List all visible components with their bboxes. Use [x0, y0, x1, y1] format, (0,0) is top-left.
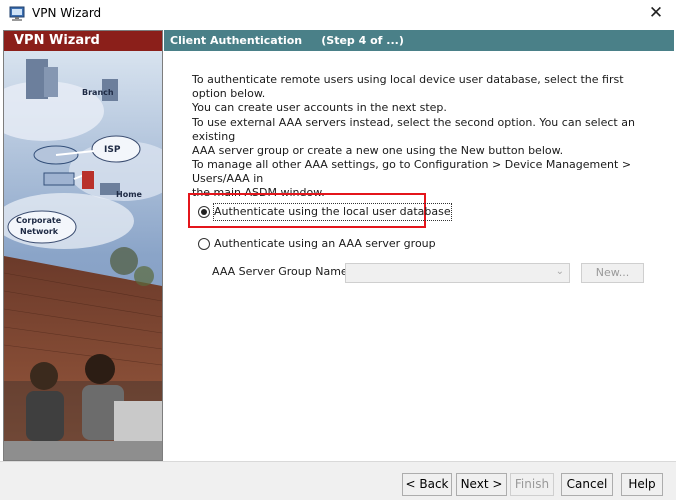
network-illustration: Branch ISP Home Corporate Network [4, 51, 162, 460]
local-db-description: To authenticate remote users using local… [192, 73, 652, 115]
window-titlebar: VPN Wizard ✕ [0, 0, 676, 27]
aaa-server-group-label: AAA Server Group Name: [212, 265, 352, 278]
network-label: Network [20, 227, 59, 236]
finish-button[interactable]: Finish [510, 473, 554, 496]
home-label: Home [116, 190, 143, 199]
description-line: AAA server group or create a new one usi… [192, 144, 564, 157]
banner-title: VPN Wizard [4, 31, 162, 51]
wizard-content: To authenticate remote users using local… [164, 51, 674, 461]
local-db-radio[interactable] [198, 206, 210, 218]
description-line: To manage all other AAA settings, go to … [192, 158, 632, 185]
window-title: VPN Wizard [32, 6, 102, 20]
aaa-group-radio[interactable] [198, 238, 210, 250]
branch-label: Branch [82, 88, 114, 97]
isp-label: ISP [104, 145, 121, 155]
description-line: You can create user accounts in the next… [192, 101, 447, 114]
wizard-banner: VPN Wizard Branch ISP Home Corporate Net… [3, 30, 163, 461]
help-button[interactable]: Help [621, 473, 663, 496]
aaa-server-group-select[interactable]: ⌄ [345, 263, 570, 283]
wizard-footer: < Back Next > Finish Cancel Help [0, 461, 676, 500]
close-icon[interactable]: ✕ [636, 0, 676, 27]
local-db-option-label[interactable]: Authenticate using the local user databa… [213, 203, 452, 221]
back-button[interactable]: < Back [402, 473, 452, 496]
corporate-label: Corporate [16, 216, 62, 225]
new-server-group-button[interactable]: New... [581, 263, 644, 283]
description-line: To authenticate remote users using local… [192, 73, 624, 100]
description-line: To use external AAA servers instead, sel… [192, 116, 635, 143]
aaa-description: To use external AAA servers instead, sel… [192, 116, 652, 200]
aaa-group-option-label[interactable]: Authenticate using an AAA server group [214, 236, 436, 252]
cancel-button[interactable]: Cancel [561, 473, 613, 496]
vpn-wizard-app-icon [9, 6, 25, 21]
next-button[interactable]: Next > [456, 473, 507, 496]
chevron-down-icon: ⌄ [555, 266, 564, 277]
step-header: Client Authentication (Step 4 of ...) [164, 30, 674, 51]
